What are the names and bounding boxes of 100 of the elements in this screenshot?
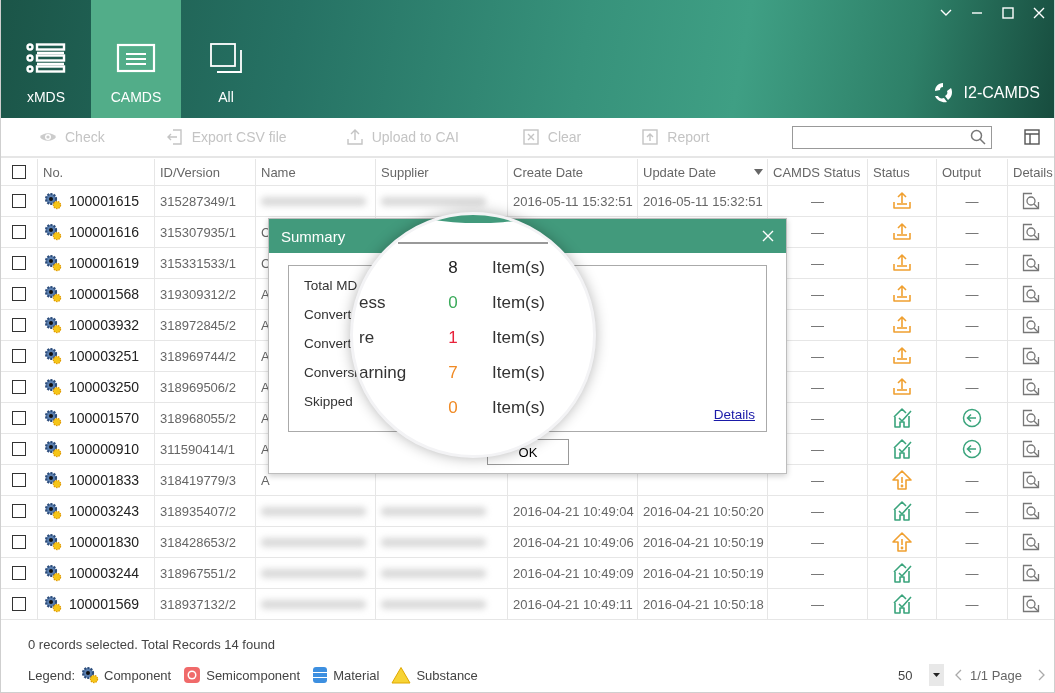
column-header[interactable]: Create Date	[508, 159, 638, 185]
table-cell: 2016-05-11 15:32:51	[643, 193, 763, 209]
magnifier-icon[interactable]	[1022, 285, 1040, 303]
magnifier-icon[interactable]	[1022, 192, 1040, 210]
checkbox[interactable]	[12, 318, 26, 332]
magnifier-icon[interactable]	[1022, 378, 1040, 396]
table-cell: 2016-04-21 10:50:19	[643, 534, 764, 550]
panel-layout-icon[interactable]	[1024, 129, 1040, 145]
magnifier-icon[interactable]	[1022, 347, 1040, 365]
gear-icon	[44, 595, 62, 613]
export-icon	[165, 128, 184, 146]
close-icon[interactable]	[1032, 6, 1046, 20]
checkbox[interactable]	[12, 504, 26, 518]
report-icon	[641, 128, 660, 146]
house-check-icon	[891, 593, 913, 615]
table-cell: 100001833	[69, 472, 140, 488]
sort-caret-icon[interactable]	[754, 169, 763, 175]
table-cell: 2016-05-11 15:32:51	[513, 193, 633, 209]
magnifier-icon[interactable]	[1022, 223, 1040, 241]
table-cell: 2016-04-21 10:49:11	[513, 596, 633, 612]
gear-icon	[44, 285, 62, 303]
table-cell: —	[965, 379, 979, 395]
table-cell: —	[811, 596, 824, 612]
checkbox[interactable]	[12, 566, 26, 580]
search-icon[interactable]	[970, 129, 986, 145]
checkbox[interactable]	[12, 287, 26, 301]
table-cell: 311590414/1	[160, 441, 235, 457]
count-value: 0	[447, 292, 459, 314]
magnifier-icon[interactable]	[1022, 502, 1040, 520]
page-size-dropdown[interactable]: 50	[895, 664, 944, 686]
magnifier-icon[interactable]	[1022, 595, 1040, 613]
summary-label: Skipped	[304, 393, 353, 411]
table-cell: 2016-04-21 10:50:20	[643, 503, 764, 519]
table-cell: 100003250	[69, 379, 140, 395]
gear-icon	[44, 316, 62, 334]
column-header[interactable]: ID/Version	[155, 159, 256, 185]
table-cell: 315287349/1	[160, 193, 236, 209]
column-header[interactable]: Output	[937, 159, 1008, 185]
status-text: 0 records selected. Total Records 14 found	[28, 637, 276, 652]
checkbox[interactable]	[12, 225, 26, 239]
semicomponent-icon	[183, 666, 202, 684]
count-value: 8	[447, 257, 459, 279]
checkbox[interactable]	[12, 597, 26, 611]
next-page-icon[interactable]	[1038, 669, 1046, 681]
column-header[interactable]: Update Date	[638, 159, 768, 185]
page-indicator: 1/1 Page	[969, 667, 1022, 683]
nav-tab[interactable]: xMDS	[1, 0, 91, 118]
clear-icon	[521, 128, 540, 146]
house-check-icon	[891, 562, 913, 584]
table-cell: —	[965, 255, 979, 271]
table-cell: —	[811, 255, 824, 271]
magnifier-icon[interactable]	[1022, 564, 1040, 582]
column-header[interactable]: Details	[1008, 159, 1054, 185]
column-header[interactable]: CAMDS Status	[768, 159, 868, 185]
stacked-windows-icon	[209, 42, 243, 74]
column-header[interactable]: No.	[38, 159, 155, 185]
magnifier-icon[interactable]	[1022, 440, 1040, 458]
details-link[interactable]: Details	[713, 407, 755, 422]
table-cell: —	[811, 317, 824, 333]
column-header[interactable]: Status	[868, 159, 937, 185]
table-cell: 318937132/2	[160, 596, 236, 612]
gear-icon	[81, 666, 99, 684]
checkbox[interactable]	[12, 194, 26, 208]
table-cell: 100003251	[69, 348, 140, 364]
table-cell: 100003932	[69, 317, 140, 333]
caret-icon[interactable]	[932, 673, 940, 677]
previous-page-icon[interactable]	[953, 669, 962, 681]
nav-tab[interactable]: All	[181, 0, 271, 118]
tray-upload-icon	[891, 314, 913, 336]
checkbox[interactable]	[12, 349, 26, 363]
table-cell: 100000910	[69, 441, 140, 457]
legend-text: Substance	[416, 667, 478, 683]
column-header[interactable]: Name	[256, 159, 376, 185]
unit-text: Item(s)	[491, 362, 545, 384]
checkbox[interactable]	[12, 473, 26, 487]
magnifier-icon[interactable]	[1022, 471, 1040, 489]
legend-text: Material	[333, 667, 380, 683]
search-field[interactable]	[792, 125, 992, 149]
table-cell: 100001615	[69, 193, 140, 209]
gear-icon	[44, 533, 62, 551]
checkbox[interactable]	[12, 442, 26, 456]
unit-text: Item(s)	[491, 397, 545, 419]
gear-icon	[44, 347, 62, 365]
magnifier-icon[interactable]	[1022, 533, 1040, 551]
checkbox[interactable]	[12, 256, 26, 270]
table-cell: 100001569	[69, 596, 140, 612]
magnifier-icon[interactable]	[1022, 409, 1040, 427]
table-cell: 318967551/2	[160, 565, 236, 581]
checkbox[interactable]	[12, 380, 26, 394]
maximize-icon[interactable]	[1001, 6, 1015, 20]
magnifier-icon[interactable]	[1022, 316, 1040, 334]
checkbox[interactable]	[12, 411, 26, 425]
magnifier-icon[interactable]	[1022, 254, 1040, 272]
database-icon	[312, 666, 329, 684]
summary-label: Total MD	[304, 277, 358, 295]
gear-icon	[44, 471, 62, 489]
checkbox[interactable]	[12, 165, 26, 179]
table-cell: —	[965, 565, 979, 581]
checkbox[interactable]	[12, 535, 26, 549]
column-header[interactable]: Supplier	[376, 159, 508, 185]
